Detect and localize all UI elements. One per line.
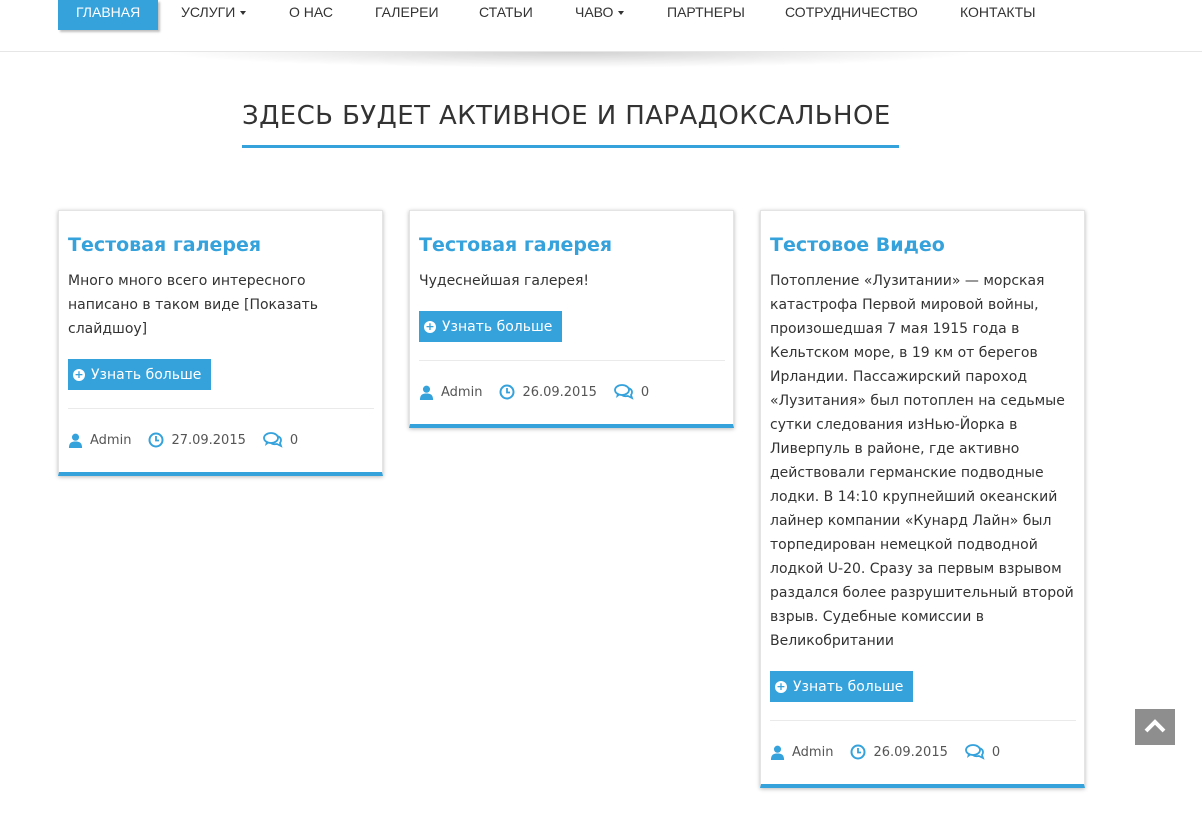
- card-meta: Admin 27.09.2015 0: [68, 430, 298, 450]
- card-title-link[interactable]: Тестовое Видео: [770, 234, 945, 256]
- card-comments-count: 0: [640, 384, 650, 400]
- card-title-link[interactable]: Тестовая галерея: [68, 234, 261, 256]
- nav-item-services[interactable]: УСЛУГИ: [158, 0, 266, 30]
- card-excerpt: Чудеснейшая галерея!: [419, 273, 590, 289]
- nav-item-cooperation[interactable]: СОТРУДНИЧЕСТВО: [762, 0, 937, 30]
- comments-icon: [964, 744, 985, 760]
- card-excerpt: Потопление «Лузитании» — морская катастр…: [770, 273, 1074, 649]
- card-date: 26.09.2015: [873, 744, 948, 760]
- read-more-button[interactable]: + Узнать больше: [419, 311, 563, 342]
- chevron-up-icon: [1144, 718, 1166, 737]
- card-author: Admin: [441, 384, 483, 400]
- card-date: 27.09.2015: [171, 432, 246, 448]
- card-author: Admin: [792, 744, 834, 760]
- gallery-card: Тестовая галерея Много много всего интер…: [58, 210, 383, 476]
- read-more-label: Узнать больше: [91, 366, 202, 383]
- gallery-card: Тестовая галерея Чудеснейшая галерея! + …: [409, 210, 734, 428]
- user-icon: [419, 385, 434, 400]
- navbar-shadow: [160, 52, 980, 68]
- read-more-label: Узнать больше: [793, 678, 904, 695]
- nav-item-label: О НАС: [289, 4, 334, 20]
- card-meta: Admin 26.09.2015 0: [770, 742, 1000, 762]
- nav-item-about[interactable]: О НАС: [266, 0, 352, 30]
- top-navbar: ГЛАВНАЯ УСЛУГИ О НАС ГАЛЕРЕИ СТАТЬИ ЧАВО…: [0, 0, 1202, 52]
- nav-item-label: ЧАВО: [575, 4, 614, 20]
- card-meta: Admin 26.09.2015 0: [419, 382, 649, 402]
- nav-item-label: УСЛУГИ: [181, 4, 236, 20]
- card-comments-count: 0: [991, 744, 1001, 760]
- caret-down-icon: [618, 11, 625, 15]
- clock-icon: [148, 432, 164, 448]
- read-more-button[interactable]: + Узнать больше: [770, 671, 914, 702]
- read-more-label: Узнать больше: [442, 318, 553, 335]
- card-title-link[interactable]: Тестовая галерея: [419, 234, 612, 256]
- nav-item-partners[interactable]: ПАРТНЕРЫ: [644, 0, 762, 30]
- card-author: Admin: [90, 432, 132, 448]
- comments-icon: [262, 432, 283, 448]
- nav-item-home[interactable]: ГЛАВНАЯ: [58, 0, 158, 30]
- section-title: ЗДЕСЬ БУДЕТ АКТИВНОЕ И ПАРАДОКСАЛЬНОЕ: [242, 101, 891, 131]
- section-title-underline: [242, 145, 899, 148]
- card-date: 26.09.2015: [522, 384, 597, 400]
- card-divider: [419, 360, 725, 361]
- nav-item-articles[interactable]: СТАТЬИ: [456, 0, 552, 30]
- plus-circle-icon: +: [73, 367, 85, 381]
- back-to-top-button[interactable]: [1135, 709, 1175, 745]
- nav-item-faq[interactable]: ЧАВО: [552, 0, 644, 30]
- nav-item-label: ГЛАВНАЯ: [76, 4, 141, 20]
- main-menu: ГЛАВНАЯ УСЛУГИ О НАС ГАЛЕРЕИ СТАТЬИ ЧАВО…: [58, 0, 1057, 30]
- nav-item-label: КОНТАКТЫ: [960, 4, 1036, 20]
- clock-icon: [850, 744, 866, 760]
- nav-item-label: ПАРТНЕРЫ: [667, 4, 745, 20]
- clock-icon: [499, 384, 515, 400]
- nav-item-label: ГАЛЕРЕИ: [375, 4, 439, 20]
- video-card: Тестовое Видео Потопление «Лузитании» — …: [760, 210, 1085, 788]
- nav-item-galleries[interactable]: ГАЛЕРЕИ: [352, 0, 456, 30]
- card-divider: [68, 408, 374, 409]
- nav-item-label: СОТРУДНИЧЕСТВО: [785, 4, 918, 20]
- nav-item-label: СТАТЬИ: [479, 4, 533, 20]
- card-excerpt: Много много всего интересного написано в…: [68, 273, 319, 337]
- caret-down-icon: [240, 11, 247, 15]
- user-icon: [68, 433, 83, 448]
- user-icon: [770, 745, 785, 760]
- plus-circle-icon: +: [775, 679, 787, 693]
- comments-icon: [613, 384, 634, 400]
- read-more-button[interactable]: + Узнать больше: [68, 359, 212, 390]
- card-divider: [770, 720, 1076, 721]
- plus-circle-icon: +: [424, 319, 436, 333]
- nav-item-contacts[interactable]: КОНТАКТЫ: [937, 0, 1057, 30]
- card-comments-count: 0: [289, 432, 299, 448]
